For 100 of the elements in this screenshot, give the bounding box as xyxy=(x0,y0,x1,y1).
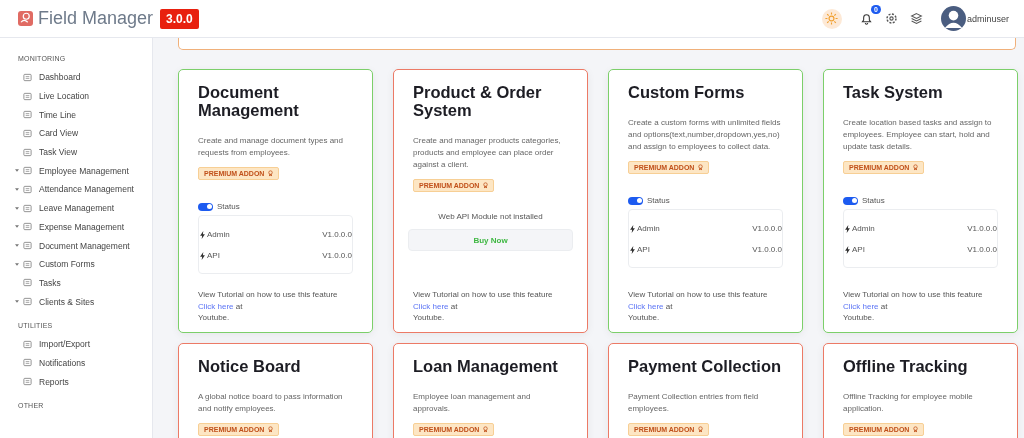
menu-item[interactable]: Tasks xyxy=(0,273,152,293)
logo-icon xyxy=(18,11,33,26)
menu-item[interactable]: Attendance Management xyxy=(0,180,152,199)
addon-title: Loan Management xyxy=(413,357,559,376)
status-label: Status xyxy=(862,196,885,206)
username[interactable]: adminuser xyxy=(966,13,1009,24)
not-installed-message: Web API Module not installed xyxy=(437,212,544,222)
addon-title: Document Management xyxy=(198,83,300,120)
status-label: Status xyxy=(217,202,240,212)
caret-icon xyxy=(15,169,19,173)
lightning-icon xyxy=(630,245,635,254)
menu-item[interactable]: Reports xyxy=(0,372,152,391)
menu-item[interactable]: Live Location xyxy=(0,86,152,106)
menu-item-icon xyxy=(23,72,32,82)
menu-item-icon xyxy=(23,222,32,232)
addon-title: Offline Tracking xyxy=(843,357,969,376)
addon-description: Payment Collection entries from field employees. xyxy=(628,391,760,416)
platform-text: Youtube. xyxy=(843,312,876,324)
menu-item[interactable]: Clients & Sites xyxy=(0,292,152,311)
addon-title: Notice Board xyxy=(198,357,302,376)
avatar-icon[interactable] xyxy=(940,6,966,31)
menu-item[interactable]: Task View xyxy=(0,142,152,162)
caret-icon xyxy=(15,225,19,229)
layers-icon[interactable] xyxy=(909,12,923,25)
bell-icon[interactable] xyxy=(859,12,873,25)
module-version: V1.0.0.0 xyxy=(322,251,352,261)
link-suffix: at xyxy=(665,301,673,311)
menu-item[interactable]: Dashboard xyxy=(0,68,152,87)
lightning-icon xyxy=(630,224,635,233)
lightning-icon xyxy=(200,251,205,260)
tutorial-link[interactable]: Click here xyxy=(413,301,449,311)
addon-title: Payment Collection xyxy=(628,357,783,376)
status-toggle[interactable] xyxy=(628,196,643,205)
tutorial-text: View Tutorial on how to use this feature xyxy=(628,289,769,301)
tutorial-link[interactable]: Click here xyxy=(628,301,664,311)
menu-item-icon xyxy=(23,259,32,269)
addon-title: Custom Forms xyxy=(628,83,746,102)
menu-item[interactable]: Expense Management xyxy=(0,217,152,237)
module-name: Admin xyxy=(637,224,661,234)
menu-item[interactable]: Notifications xyxy=(0,353,152,373)
addon-description: Create and manage document types and requests from employees. xyxy=(198,135,344,160)
module-version: V1.0.0.0 xyxy=(752,245,782,255)
menu-item-icon xyxy=(23,358,32,368)
menu-item-icon xyxy=(23,377,32,387)
module-version: V1.0.0.0 xyxy=(967,245,997,255)
caret-icon xyxy=(15,262,19,266)
app-name: Field Manager xyxy=(38,8,154,29)
lightning-icon xyxy=(200,230,205,239)
addon-description: Create and manager products categories, products and employee can place order against a client. xyxy=(413,135,562,172)
platform-text: Youtube. xyxy=(413,312,446,324)
menu-item-icon xyxy=(23,166,32,176)
lightning-icon xyxy=(845,224,850,233)
platform-text: Youtube. xyxy=(628,312,661,324)
addon-description: Offline Tracking for employee mobile application. xyxy=(843,391,974,416)
menu-item[interactable]: Employee Management xyxy=(0,161,152,181)
menu-item[interactable]: Card View xyxy=(0,124,152,143)
menu-item[interactable]: Leave Management xyxy=(0,198,152,218)
addon-description: A global notice board to pass information and notify employees. xyxy=(198,391,344,416)
tutorial-text: View Tutorial on how to use this feature xyxy=(413,289,554,301)
menu-item[interactable]: Document Management xyxy=(0,236,152,255)
menu-item-icon xyxy=(23,203,32,213)
menu-item-icon xyxy=(23,339,32,349)
module-name: API xyxy=(207,251,221,261)
caret-icon xyxy=(15,244,19,248)
addon-description: Employee loan management and approvals. xyxy=(413,391,532,416)
caret-icon xyxy=(15,187,19,191)
module-version: V1.0.0.0 xyxy=(322,230,352,240)
tutorial-text: View Tutorial on how to use this feature xyxy=(198,289,339,301)
tutorial-link[interactable]: Click here xyxy=(198,301,234,311)
module-version: V1.0.0.0 xyxy=(967,224,997,234)
addon-title: Task System xyxy=(843,83,944,102)
settings-icon[interactable] xyxy=(884,12,898,25)
status-toggle[interactable] xyxy=(198,202,213,211)
module-version: V1.0.0.0 xyxy=(752,224,782,234)
theme-toggle-button[interactable] xyxy=(821,8,842,29)
link-suffix: at xyxy=(450,301,458,311)
tutorial-text: View Tutorial on how to use this feature xyxy=(843,289,984,301)
module-name: API xyxy=(637,245,651,255)
link-suffix: at xyxy=(235,301,243,311)
menu-item[interactable]: Custom Forms xyxy=(0,254,152,274)
version-badge: 3.0.0 xyxy=(160,8,199,29)
status-toggle[interactable] xyxy=(843,196,858,205)
menu-item-icon xyxy=(23,110,32,120)
menu-item-icon xyxy=(23,91,32,101)
menu-item-icon xyxy=(23,278,32,288)
module-name: API xyxy=(852,245,866,255)
menu-item[interactable]: Time Line xyxy=(0,105,152,125)
link-suffix: at xyxy=(880,301,888,311)
status-label: Status xyxy=(647,196,670,206)
module-name: Admin xyxy=(207,230,231,240)
lightning-icon xyxy=(845,245,850,254)
menu-item[interactable]: Import/Export xyxy=(0,334,152,354)
caret-icon xyxy=(15,300,19,304)
menu-item-icon xyxy=(23,128,32,138)
tutorial-link[interactable]: Click here xyxy=(843,301,879,311)
addon-title: Product & Order System xyxy=(413,83,543,120)
addon-description: Create location based tasks and assign to employees. Employee can start, hold and update task details. xyxy=(843,117,993,154)
menu-item-icon xyxy=(23,241,32,251)
menu-item-icon xyxy=(23,147,32,157)
caret-icon xyxy=(15,206,19,210)
